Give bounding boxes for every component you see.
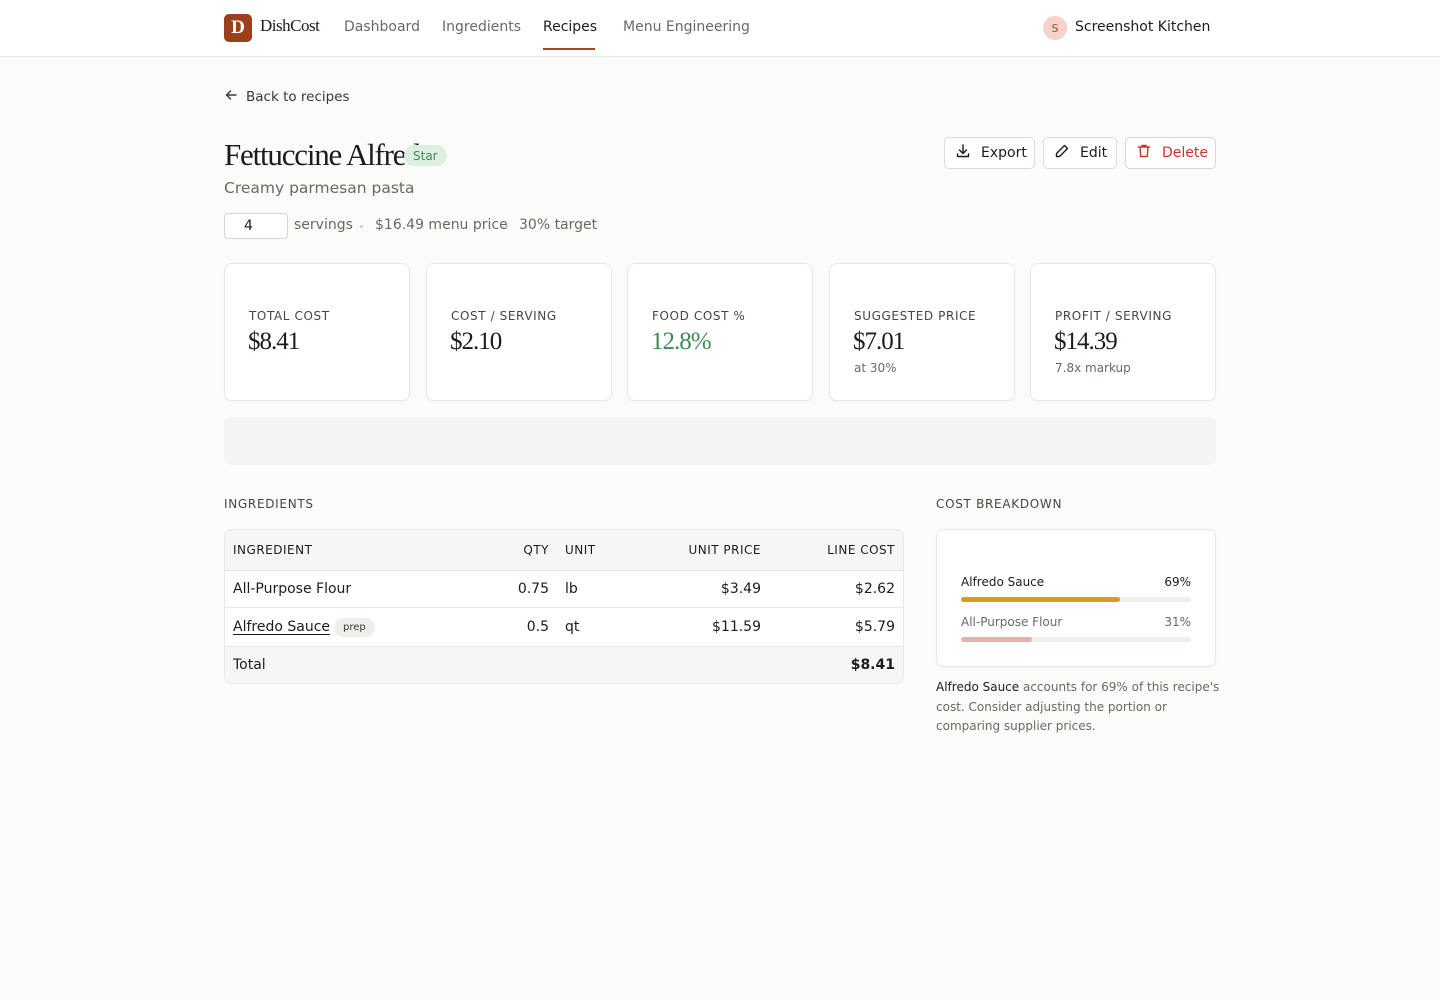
stat-card-cost-per-serving: COST / SERVING $2.10 bbox=[426, 263, 612, 401]
cost-breakdown-heading: COST BREAKDOWN bbox=[936, 497, 1063, 511]
stat-value: $14.39 bbox=[1054, 328, 1118, 355]
export-label: Export bbox=[981, 145, 1027, 161]
ingredient-unit: qt bbox=[565, 619, 580, 635]
ingredient-unit: lb bbox=[565, 581, 578, 597]
app-name[interactable]: DishCost bbox=[260, 16, 320, 36]
export-button[interactable]: Export bbox=[944, 137, 1035, 169]
nav-recipes[interactable]: Recipes bbox=[543, 19, 597, 35]
nav-dashboard[interactable]: Dashboard bbox=[344, 19, 420, 35]
top-nav: D DishCost Dashboard Ingredients Recipes… bbox=[0, 0, 1440, 57]
stat-card-profit-per-serving: PROFIT / SERVING $14.39 7.8x markup bbox=[1030, 263, 1216, 401]
app-logo[interactable]: D bbox=[224, 14, 252, 42]
separator-dot bbox=[505, 225, 508, 228]
arrow-left-icon bbox=[224, 88, 238, 106]
back-link-label: Back to recipes bbox=[246, 89, 350, 105]
stat-value: $7.01 bbox=[853, 328, 905, 355]
download-icon bbox=[955, 143, 971, 163]
stat-card-suggested-price: SUGGESTED PRICE $7.01 at 30% bbox=[829, 263, 1015, 401]
stat-label: SUGGESTED PRICE bbox=[854, 309, 977, 323]
cost-breakdown-card: Alfredo Sauce 69% All-Purpose Flour 31% bbox=[936, 529, 1216, 667]
ingredient-line-cost: $2.62 bbox=[854, 581, 895, 597]
servings-label: servings bbox=[294, 217, 353, 233]
column-header-unit-price: UNIT PRICE bbox=[688, 543, 761, 557]
prep-badge: prep bbox=[334, 618, 375, 637]
insight-ingredient: Alfredo Sauce bbox=[936, 680, 1020, 694]
ingredient-line-cost: $5.79 bbox=[854, 619, 895, 635]
breakdown-bar-fill bbox=[961, 597, 1120, 602]
column-header-ingredient: INGREDIENT bbox=[233, 543, 313, 557]
stat-card-food-cost-percent: FOOD COST % 12.8% bbox=[627, 263, 813, 401]
column-header-line-cost: LINE COST bbox=[827, 543, 895, 557]
separator-dot bbox=[360, 225, 363, 228]
table-total-row: Total $8.41 bbox=[225, 647, 903, 683]
edit-button[interactable]: Edit bbox=[1043, 137, 1117, 169]
active-tab-indicator bbox=[543, 48, 595, 50]
back-to-recipes-link[interactable]: Back to recipes bbox=[224, 88, 350, 106]
page-title: Fettuccine Alfredo bbox=[224, 137, 435, 172]
recipe-description: Creamy parmesan pasta bbox=[224, 179, 415, 197]
stat-subtext: at 30% bbox=[854, 361, 897, 375]
edit-label: Edit bbox=[1080, 145, 1108, 161]
column-header-qty: QTY bbox=[523, 543, 549, 557]
nav-menu-engineering[interactable]: Menu Engineering bbox=[623, 19, 750, 35]
avatar[interactable]: S bbox=[1043, 16, 1067, 40]
stat-subtext: 7.8x markup bbox=[1055, 361, 1131, 375]
breakdown-item-name: Alfredo Sauce bbox=[961, 575, 1045, 589]
total-label: Total bbox=[233, 657, 266, 673]
stat-value: 12.8% bbox=[651, 328, 712, 355]
stat-label: PROFIT / SERVING bbox=[1055, 309, 1172, 323]
delete-label: Delete bbox=[1162, 145, 1208, 161]
breakdown-bar-track bbox=[961, 637, 1191, 642]
breakdown-item-name: All-Purpose Flour bbox=[961, 615, 1063, 629]
delete-button[interactable]: Delete bbox=[1125, 137, 1216, 169]
stat-label: COST / SERVING bbox=[451, 309, 557, 323]
ingredients-heading: INGREDIENTS bbox=[224, 497, 314, 511]
menu-price: $16.49 menu price bbox=[375, 217, 508, 233]
ingredient-name: All-Purpose Flour bbox=[233, 581, 352, 597]
target-percent: 30% target bbox=[519, 217, 598, 233]
breakdown-item-percent: 69% bbox=[1164, 575, 1191, 589]
stat-label: FOOD COST % bbox=[652, 309, 746, 323]
stat-value: $8.41 bbox=[248, 328, 300, 355]
pencil-icon bbox=[1054, 143, 1070, 163]
menu-class-badge: Star bbox=[404, 145, 447, 166]
trash-icon bbox=[1136, 143, 1152, 163]
column-header-unit: UNIT bbox=[565, 543, 596, 557]
stat-label: TOTAL COST bbox=[249, 309, 330, 323]
table-header-row: INGREDIENT QTY UNIT UNIT PRICE LINE COST bbox=[225, 530, 903, 571]
loading-placeholder bbox=[224, 417, 1216, 465]
kitchen-name[interactable]: Screenshot Kitchen bbox=[1075, 19, 1210, 35]
ingredient-qty: 0.75 bbox=[517, 581, 549, 597]
prep-recipe-link[interactable]: Alfredo Sauce bbox=[233, 619, 330, 635]
table-row[interactable]: All-Purpose Flour 0.75 lb $3.49 $2.62 bbox=[225, 571, 903, 608]
ingredient-qty: 0.5 bbox=[526, 619, 549, 635]
total-value: $8.41 bbox=[850, 657, 895, 673]
breakdown-bar-fill bbox=[961, 637, 1033, 642]
ingredient-unit-price: $3.49 bbox=[720, 581, 761, 597]
nav-ingredients[interactable]: Ingredients bbox=[442, 19, 521, 35]
stat-card-total-cost: TOTAL COST $8.41 bbox=[224, 263, 410, 401]
breakdown-bar-track bbox=[961, 597, 1191, 602]
cost-insight-text: Alfredo Sauce accounts for 69% of this r… bbox=[936, 678, 1221, 737]
table-row[interactable]: Alfredo Sauce prep 0.5 qt $11.59 $5.79 bbox=[225, 608, 903, 647]
servings-input[interactable] bbox=[224, 213, 288, 239]
ingredient-unit-price: $11.59 bbox=[712, 619, 761, 635]
breakdown-item-percent: 31% bbox=[1164, 615, 1191, 629]
stat-value: $2.10 bbox=[450, 328, 502, 355]
ingredients-table: INGREDIENT QTY UNIT UNIT PRICE LINE COST… bbox=[224, 529, 904, 684]
